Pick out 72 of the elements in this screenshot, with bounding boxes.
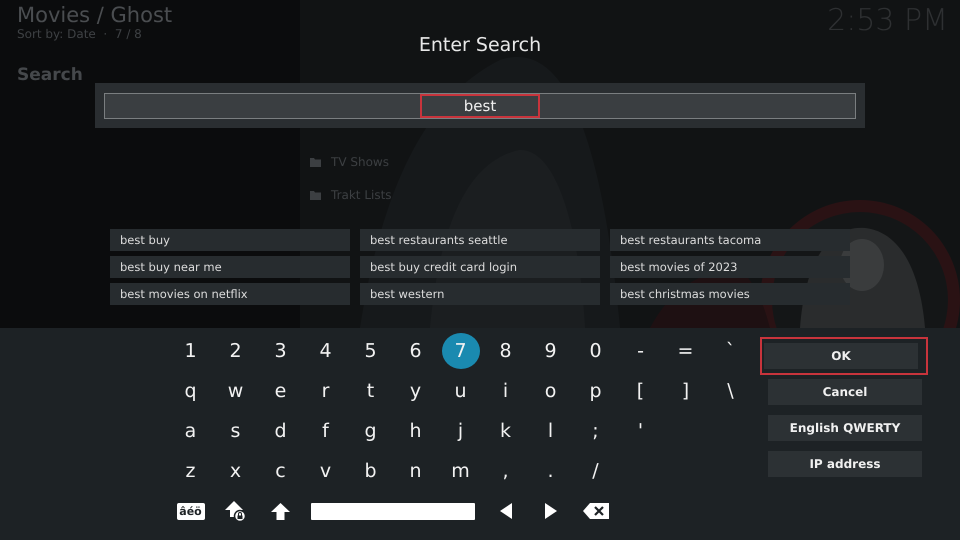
suggestion-item[interactable]: best restaurants seattle (360, 229, 600, 251)
suggestion-item[interactable]: best restaurants tacoma (610, 229, 850, 251)
dialog-button[interactable]: English QWERTY (768, 415, 922, 441)
keyboard-key[interactable]: / (576, 453, 614, 489)
keyboard-key[interactable]: s (216, 413, 254, 449)
keyboard-key[interactable]: ; (576, 413, 614, 449)
keyboard-key[interactable]: 1 (172, 333, 210, 369)
keyboard-key[interactable]: , (486, 453, 524, 489)
keyboard-key[interactable]: b (352, 453, 390, 489)
shift-icon[interactable] (271, 502, 290, 520)
keyboard-key[interactable]: 2 (216, 333, 254, 369)
keyboard-key[interactable]: l (532, 413, 570, 449)
keyboard-key[interactable]: y (396, 373, 434, 409)
keyboard-key[interactable]: c (262, 453, 300, 489)
suggestion-item[interactable]: best buy (110, 229, 350, 251)
keyboard-key[interactable]: r (306, 373, 344, 409)
keyboard-key[interactable]: \ (712, 373, 750, 409)
keyboard-key[interactable]: 4 (306, 333, 344, 369)
keyboard-key[interactable]: n (396, 453, 434, 489)
keyboard-key[interactable]: 0 (576, 333, 614, 369)
keyboard-key[interactable]: 8 (486, 333, 524, 369)
accents-key[interactable]: âéö (176, 502, 204, 520)
backspace-icon[interactable] (582, 503, 608, 519)
suggestion-item[interactable]: best buy near me (110, 256, 350, 278)
dialog-button[interactable]: Cancel (768, 379, 922, 405)
search-field[interactable]: best (104, 92, 856, 118)
keyboard-key[interactable]: j (442, 413, 480, 449)
keyboard-key[interactable]: [ (622, 373, 660, 409)
keyboard-key[interactable]: 5 (352, 333, 390, 369)
keyboard-key[interactable]: p (576, 373, 614, 409)
keyboard-key[interactable]: v (306, 453, 344, 489)
keyboard-key[interactable]: g (352, 413, 390, 449)
keyboard-key[interactable]: t (352, 373, 390, 409)
keyboard-key[interactable]: z (172, 453, 210, 489)
section-heading: Search (17, 65, 84, 85)
right-arrow-icon[interactable] (544, 503, 556, 519)
keyboard-key[interactable]: f (306, 413, 344, 449)
suggestion-item[interactable]: best christmas movies (610, 283, 850, 305)
keyboard-key[interactable]: . (532, 453, 570, 489)
dialog-button[interactable]: IP address (768, 451, 922, 477)
keyboard-key[interactable]: i (486, 373, 524, 409)
keyboard-key[interactable]: 6 (396, 333, 434, 369)
keyboard-key[interactable]: ' (622, 413, 660, 449)
dialog-title: Enter Search (418, 33, 542, 57)
keyboard-key[interactable]: m (442, 453, 480, 489)
caps-lock-icon[interactable] (224, 500, 246, 522)
keyboard-key[interactable]: o (532, 373, 570, 409)
keyboard-key[interactable]: 7 (442, 333, 480, 369)
keyboard-key[interactable]: w (216, 373, 254, 409)
keyboard-key[interactable]: a (172, 413, 210, 449)
suggestion-item[interactable]: best movies on netflix (110, 283, 350, 305)
keyboard-key[interactable]: ] (666, 373, 704, 409)
page-title: Movies / Ghost (17, 3, 172, 27)
keyboard-key[interactable]: k (486, 413, 524, 449)
keyboard-key[interactable]: e (262, 373, 300, 409)
keyboard-key[interactable]: x (216, 453, 254, 489)
keyboard-key[interactable]: - (622, 333, 660, 369)
keyboard-key[interactable]: d (262, 413, 300, 449)
keyboard-key[interactable]: ` (712, 333, 750, 369)
left-arrow-icon[interactable] (500, 503, 512, 519)
suggestion-item[interactable]: best buy credit card login (360, 256, 600, 278)
keyboard-key[interactable]: = (666, 333, 704, 369)
keyboard-key[interactable]: q (172, 373, 210, 409)
keyboard-key[interactable]: 3 (262, 333, 300, 369)
suggestion-item[interactable]: best western (360, 283, 600, 305)
suggestion-item[interactable]: best movies of 2023 (610, 256, 850, 278)
keyboard-key[interactable]: u (442, 373, 480, 409)
keyboard-key[interactable]: h (396, 413, 434, 449)
space-bar[interactable] (311, 502, 475, 520)
keyboard-key[interactable]: 9 (532, 333, 570, 369)
search-text: best (420, 94, 540, 118)
dialog-button[interactable]: OK (760, 337, 928, 375)
